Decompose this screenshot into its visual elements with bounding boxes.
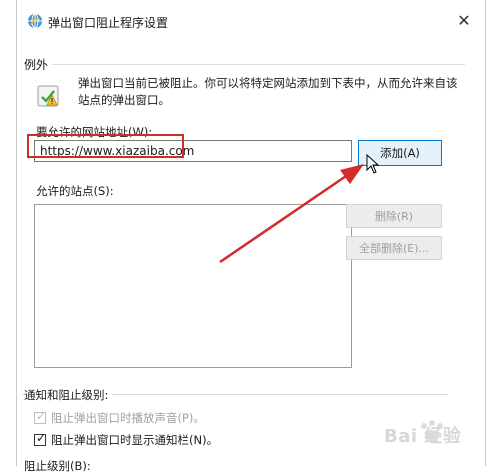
show-notification-bar-checkbox[interactable]: ✓ <box>34 431 46 446</box>
remove-button-label: 删除(R) <box>374 210 414 223</box>
mouse-cursor-icon <box>366 154 380 174</box>
allowed-sites-list[interactable] <box>34 204 352 368</box>
allowed-sites-label: 允许的站点(S): <box>36 184 114 198</box>
play-sound-option: ✓ 阻止弹出窗口时播放声音(P)。 <box>34 409 205 426</box>
remove-all-button-label: 全部删除(E)... <box>358 242 430 255</box>
exceptions-group-label: 例外 <box>24 56 53 73</box>
window-title: 弹出窗口阻止程序设置 <box>48 16 169 30</box>
ie-globe-icon <box>28 13 42 29</box>
remove-all-button[interactable]: 全部删除(E)... <box>346 236 442 260</box>
watermark-text: Bai 经验 <box>384 426 462 447</box>
show-bar-label: 阻止弹出窗口时显示通知栏(N)。 <box>51 433 219 447</box>
website-address-input[interactable] <box>34 140 352 162</box>
title-bar: 弹出窗口阻止程序设置 ✕ <box>17 0 485 40</box>
add-button-label: 添加(A) <box>380 146 420 160</box>
shield-warning-icon <box>37 85 59 107</box>
play-sound-checkbox[interactable]: ✓ <box>34 409 46 424</box>
exceptions-description: 弹出窗口当前已被阻止。你可以将特定网站添加到下表中，从而允许来自该站点的弹出窗口… <box>78 76 458 107</box>
blocking-level-label: 阻止级别(B): <box>24 459 91 473</box>
show-bar-option: ✓ 阻止弹出窗口时显示通知栏(N)。 <box>34 431 219 448</box>
play-sound-label: 阻止弹出窗口时播放声音(P)。 <box>51 411 205 425</box>
notification-group-label: 通知和阻止级别: <box>24 387 113 403</box>
address-label: 要允许的网站地址(W): <box>36 125 153 139</box>
close-button[interactable]: ✕ <box>451 8 477 34</box>
remove-button[interactable]: 删除(R) <box>346 204 442 228</box>
